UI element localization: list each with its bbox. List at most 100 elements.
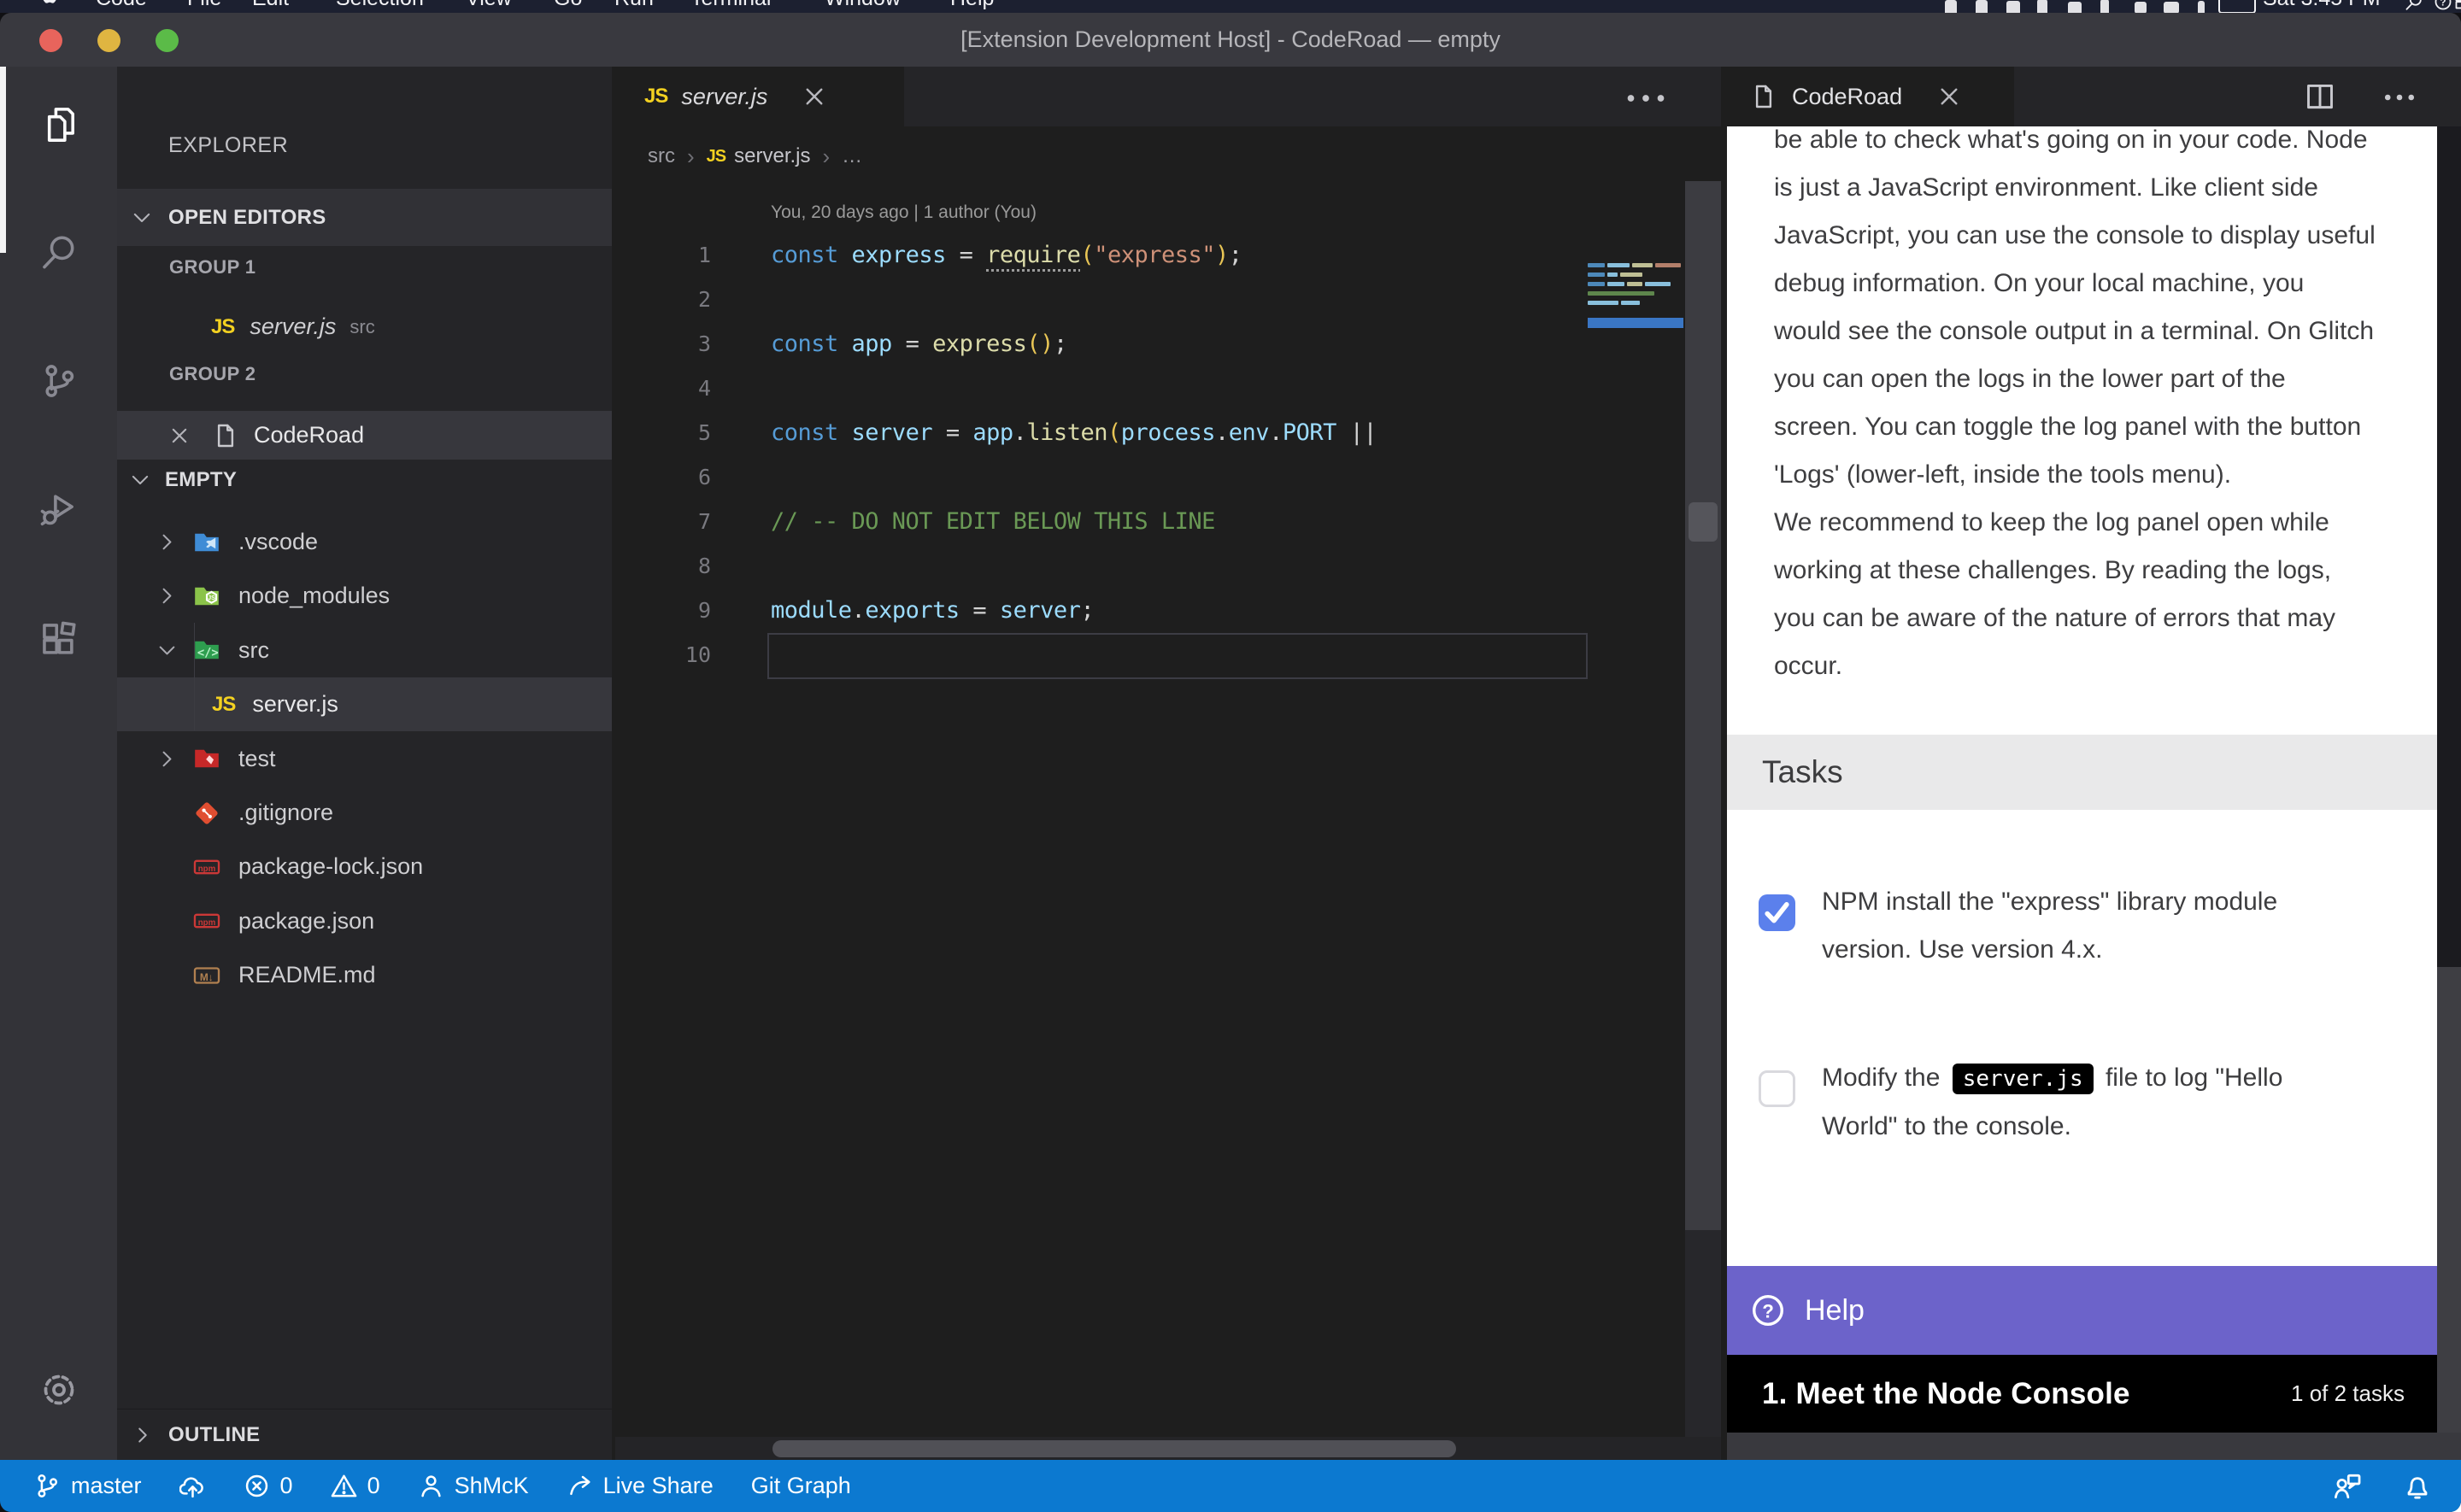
activity-item-run-and-debug[interactable] — [0, 470, 117, 548]
code-line-9[interactable]: module.exports = server; — [771, 588, 1094, 634]
status-item-feedback-icon[interactable] — [2333, 1472, 2362, 1501]
status-bar-right — [2333, 1460, 2432, 1512]
codelens-annotation[interactable]: You, 20 days ago | 1 author (You) — [771, 196, 1037, 229]
menu-item-window[interactable]: Window — [825, 0, 901, 13]
line-number[interactable]: 8 — [615, 543, 711, 589]
line-number[interactable]: 3 — [615, 321, 711, 367]
line-number[interactable]: 5 — [615, 410, 711, 456]
close-icon[interactable] — [168, 425, 191, 447]
tree-item-.gitignore[interactable]: .gitignore — [117, 786, 612, 840]
menu-item-help[interactable]: Help — [950, 0, 994, 13]
tree-item-package.json[interactable]: npmpackage.json — [117, 894, 612, 948]
help-circle-icon[interactable]: ? — [2434, 0, 2452, 11]
more-actions-icon[interactable] — [1622, 86, 1670, 110]
tree-item-label: .gitignore — [238, 800, 333, 826]
menu-status-icon[interactable] — [1976, 0, 1988, 13]
chevron-right-icon: › — [823, 144, 831, 170]
editor-vertical-scrollbar[interactable] — [1685, 181, 1721, 1230]
tree-item-node_modules[interactable]: JSnode_modules — [117, 569, 612, 623]
webview-scrollbar-track[interactable] — [2437, 967, 2461, 1433]
activity-item-source-control[interactable] — [0, 342, 117, 420]
open-editors-header[interactable]: OPEN EDITORS — [117, 189, 612, 246]
menu-item-go[interactable]: Go — [554, 0, 582, 13]
extensions-icon[interactable] — [2454, 0, 2461, 11]
menu-item-run[interactable]: Run — [614, 0, 654, 13]
code-line-7[interactable]: // -- DO NOT EDIT BELOW THIS LINE — [771, 499, 1215, 545]
code-token: express — [932, 331, 1026, 357]
status-item-master[interactable]: master — [34, 1473, 142, 1499]
menu-status-icon[interactable] — [2100, 0, 2109, 13]
status-item-git-graph[interactable]: Git Graph — [751, 1473, 851, 1499]
menu-status-icon[interactable] — [2006, 1, 2020, 13]
settings-gear-button[interactable] — [0, 1356, 117, 1424]
editor-horizontal-scrollbar-thumb[interactable] — [772, 1440, 1456, 1457]
editor-vertical-scrollbar-thumb[interactable] — [1689, 502, 1718, 542]
status-item-shmck[interactable]: ShMcK — [418, 1473, 529, 1499]
title-bar[interactable]: [Extension Development Host] - CodeRoad … — [0, 13, 2461, 67]
line-number[interactable]: 1 — [615, 232, 711, 278]
checkbox-checked[interactable] — [1759, 894, 1795, 931]
tree-item-package-lock.json[interactable]: npmpackage-lock.json — [117, 840, 612, 894]
section-header-outline[interactable]: OUTLINE — [117, 1409, 612, 1461]
status-item-bell-icon[interactable] — [2403, 1472, 2432, 1501]
tree-item-.vscode[interactable]: .vscode — [117, 515, 612, 569]
menu-item-selection[interactable]: Selection — [336, 0, 424, 13]
status-item-cloud-upload-icon[interactable] — [179, 1473, 206, 1499]
code-token: ; — [1080, 597, 1094, 624]
menu-item-code[interactable]: Code — [96, 0, 147, 13]
tab-coderoad[interactable]: CodeRoad — [1727, 67, 2014, 126]
breadcrumb[interactable]: src › JS server.js › … — [648, 126, 862, 186]
tree-item-readme.md[interactable]: M↓README.md — [117, 948, 612, 1002]
line-number[interactable]: 6 — [615, 454, 711, 501]
open-editor-item-server.js[interactable]: JSserver.jssrc — [117, 302, 612, 351]
lesson-footer[interactable]: 1. Meet the Node Console 1 of 2 tasks — [1727, 1355, 2437, 1433]
more-actions-icon[interactable] — [2381, 81, 2411, 112]
line-number[interactable]: 7 — [615, 499, 711, 545]
activity-item-search[interactable] — [0, 213, 117, 291]
menu-item-file[interactable]: File — [187, 0, 221, 13]
menu-status-icon[interactable] — [2037, 0, 2047, 13]
search-icon[interactable] — [2405, 0, 2423, 11]
section-label: OUTLINE — [168, 1423, 260, 1447]
menu-item-terminal[interactable]: Terminal — [690, 0, 771, 13]
menu-clock[interactable]: Sat 3:45 PM — [2263, 0, 2381, 13]
code-line-1[interactable]: const express = require("express"); — [771, 232, 1242, 278]
activity-item-explorer[interactable] — [0, 85, 120, 164]
menu-status-icon[interactable] — [2135, 2, 2147, 13]
window-title: [Extension Development Host] - CodeRoad … — [0, 13, 2461, 67]
status-item-0[interactable]: 0 — [331, 1473, 380, 1499]
activity-item-extensions[interactable] — [0, 601, 117, 679]
code-line-5[interactable]: const server = app.listen(process.env.PO… — [771, 410, 1377, 456]
menu-status-icon[interactable] — [1945, 0, 1957, 13]
status-item-live-share[interactable]: Live Share — [567, 1473, 714, 1499]
minimap[interactable] — [1588, 263, 1683, 333]
status-item-0[interactable]: 0 — [244, 1473, 293, 1499]
apple-menu-icon[interactable] — [39, 0, 60, 4]
tree-item-test[interactable]: test — [117, 732, 612, 786]
git-icon — [192, 799, 221, 828]
code-line-3[interactable]: const app = express(); — [771, 321, 1067, 367]
menu-item-edit[interactable]: Edit — [252, 0, 289, 13]
webview-scrollbar[interactable] — [2437, 126, 2461, 967]
tree-item-src[interactable]: </>src — [117, 624, 612, 677]
close-tab-icon[interactable] — [1936, 84, 1962, 109]
tab-server-js[interactable]: JS server.js — [615, 67, 904, 126]
line-number[interactable]: 4 — [615, 366, 711, 412]
line-number[interactable]: 2 — [615, 277, 711, 323]
split-editor-icon[interactable] — [2305, 81, 2335, 112]
help-section[interactable]: ? Help — [1727, 1266, 2437, 1355]
menu-status-icon[interactable] — [2198, 1, 2205, 13]
menu-status-icon[interactable] — [2164, 2, 2179, 13]
menu-item-view[interactable]: View — [466, 0, 512, 13]
line-number[interactable]: 10 — [615, 632, 711, 678]
folder-section-header[interactable]: EMPTY — [117, 449, 612, 511]
status-item-label: Git Graph — [751, 1473, 851, 1499]
code-token: module — [771, 597, 852, 624]
chevron-down-icon — [129, 469, 151, 491]
close-tab-icon[interactable] — [802, 84, 827, 109]
checkbox-unchecked[interactable] — [1759, 1070, 1795, 1107]
status-item-label: ShMcK — [455, 1473, 529, 1499]
menu-status-icon[interactable] — [2068, 2, 2082, 14]
line-number[interactable]: 9 — [615, 588, 711, 634]
tree-item-server.js[interactable]: JSserver.js — [117, 677, 612, 731]
